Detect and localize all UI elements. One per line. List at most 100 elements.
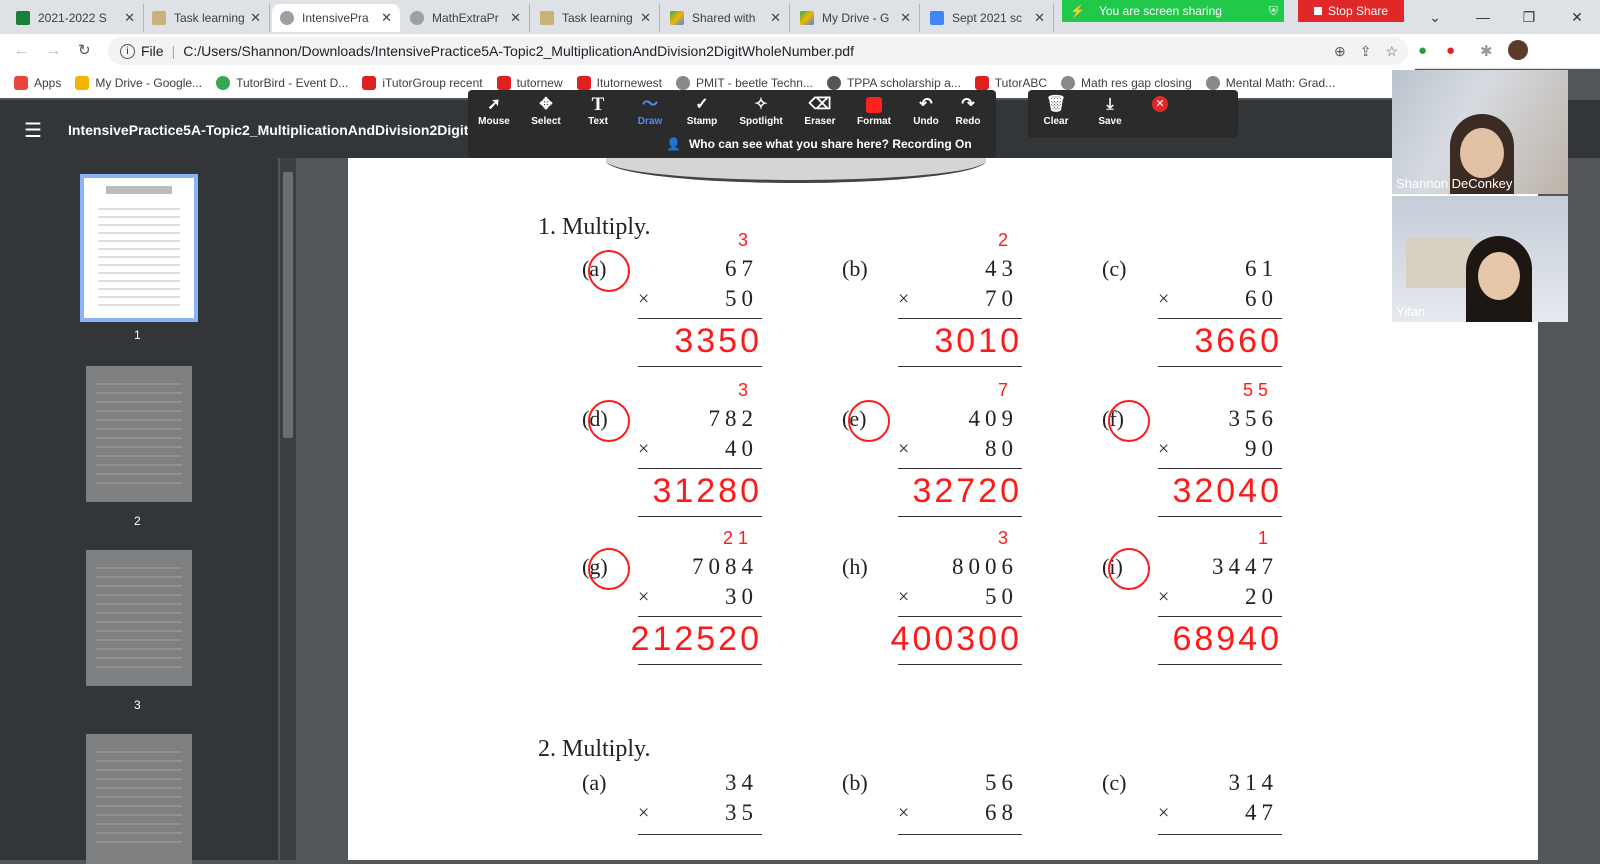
times-sign: ×: [638, 288, 650, 310]
sidebar-scrollbar[interactable]: [280, 158, 296, 860]
pdf-page: 1. Multiply. 2. Multiply. (a) 3 67 × 50 3350(…: [348, 138, 1538, 860]
save-tool[interactable]: ⤓ Save: [1084, 94, 1136, 127]
participant-name: Yifan: [1396, 304, 1426, 319]
text-tool[interactable]: T Text: [572, 94, 624, 127]
close-icon[interactable]: ✕: [770, 10, 781, 26]
annotation-toolbar-right: 🗑 Clear ⤓ Save ✕: [1028, 90, 1238, 138]
minimize-icon[interactable]: —: [1460, 0, 1506, 34]
tab-5[interactable]: Shared with ✕: [662, 4, 790, 32]
share-icon[interactable]: ⇪: [1360, 43, 1372, 60]
bookmark-3[interactable]: iTutorGroup recent: [362, 76, 483, 90]
omnibox[interactable]: i File | C:/Users/Shannon/Downloads/Inte…: [108, 37, 1408, 65]
close-icon[interactable]: ✕: [1034, 10, 1045, 26]
bookmark-4[interactable]: tutornew: [496, 76, 563, 90]
color-swatch-icon: [848, 94, 900, 116]
spotlight-tool[interactable]: ✧ Spotlight: [730, 94, 792, 127]
bookmark-8[interactable]: TutorABC: [974, 76, 1047, 90]
select-tool[interactable]: ✥ Select: [520, 94, 572, 127]
bookmark-2[interactable]: TutorBird - Event D...: [216, 76, 348, 90]
back-icon[interactable]: ←: [14, 42, 29, 59]
star-icon[interactable]: ☆: [1385, 43, 1398, 60]
tool-label: Text: [588, 116, 608, 127]
puzzle-icon[interactable]: ✱: [1480, 42, 1493, 60]
tab-0[interactable]: 2021-2022 S ✕: [8, 4, 144, 32]
bookmark-5[interactable]: Itutornewest: [576, 76, 662, 90]
forward-icon[interactable]: →: [46, 42, 61, 59]
bookmark-apps[interactable]: Apps: [14, 76, 61, 90]
handwritten-answer: 212520: [630, 620, 762, 658]
bookmark-label: PMIT - beetle Techn...: [696, 76, 813, 90]
close-icon[interactable]: ✕: [250, 10, 261, 26]
tab-2[interactable]: IntensivePra ✕: [272, 4, 400, 32]
clear-tool[interactable]: 🗑 Clear: [1030, 94, 1082, 127]
close-window-icon[interactable]: ✕: [1554, 0, 1600, 34]
zoom-icon[interactable]: ⊕: [1334, 43, 1346, 60]
stamp-tool[interactable]: ✓ Stamp: [676, 94, 728, 127]
handwritten-answer: 68940: [1172, 620, 1282, 658]
tab-6[interactable]: My Drive - G ✕: [792, 4, 920, 32]
extension-icon[interactable]: ●: [1418, 42, 1427, 59]
tutorbird-icon: [216, 76, 231, 90]
avatar[interactable]: [1508, 40, 1528, 60]
close-icon[interactable]: ✕: [640, 10, 651, 26]
bookmark-6[interactable]: PMIT - beetle Techn...: [676, 76, 813, 90]
thumbnail-2[interactable]: [86, 366, 192, 502]
itutor-icon: [496, 76, 511, 90]
cursor-icon: ➚: [487, 96, 501, 113]
tab-search-icon[interactable]: ⌄: [1412, 0, 1458, 34]
close-icon[interactable]: ✕: [381, 10, 392, 26]
bookmark-9[interactable]: Math res gap closing: [1061, 76, 1192, 90]
share-notice[interactable]: 👤 Who can see what you share here? Recor…: [660, 132, 994, 156]
problem-label: (b): [842, 770, 868, 795]
reload-icon[interactable]: ↻: [78, 41, 91, 59]
thumbnail-1[interactable]: [80, 174, 198, 322]
video-tile-1[interactable]: Shannon DeConkey: [1392, 70, 1568, 194]
bookmark-10[interactable]: Mental Math: Grad...: [1205, 76, 1335, 90]
multiplicand: 8006: [952, 554, 1018, 579]
redo-tool[interactable]: ↷ Redo: [942, 94, 994, 127]
thumbnail-3[interactable]: [86, 550, 192, 686]
carry-annotation: 3: [997, 528, 1008, 548]
format-tool[interactable]: Format: [848, 94, 900, 127]
multiplicand: 3447: [1212, 554, 1278, 579]
mouse-tool[interactable]: ➚ Mouse: [468, 94, 520, 127]
thumbnail-4[interactable]: [86, 734, 192, 864]
text-icon: T: [591, 94, 605, 115]
handwritten-answer: 3350: [674, 322, 762, 360]
tab-3[interactable]: MathExtraPr ✕: [402, 4, 530, 32]
restore-icon[interactable]: ❐: [1506, 0, 1552, 34]
close-icon[interactable]: ✕: [124, 10, 135, 26]
bookmark-1[interactable]: My Drive - Google...: [75, 76, 202, 90]
extension-icon[interactable]: ●: [1446, 42, 1455, 59]
scroll-thumb[interactable]: [283, 172, 293, 438]
multiplicand: 61: [1245, 256, 1278, 281]
tab-7[interactable]: Sept 2021 sc ✕: [922, 4, 1054, 32]
video-tile-2[interactable]: Yifan: [1392, 196, 1568, 322]
stop-icon: [1313, 7, 1322, 15]
problem-label: (b): [842, 256, 868, 281]
rule-line: [638, 516, 762, 517]
participant-name: Shannon DeConkey: [1396, 176, 1513, 191]
bookmark-label: Apps: [34, 76, 62, 90]
bookmark-7[interactable]: TPPA scholarship a...: [826, 76, 961, 90]
tab-1[interactable]: Task learning ✕: [144, 4, 270, 32]
close-annotation-icon[interactable]: ✕: [1152, 96, 1168, 112]
problem-6: (f) 5 5 356 × 90 32040: [1078, 380, 1308, 548]
rule-line: [638, 664, 762, 665]
bookmark-label: Itutornewest: [596, 76, 662, 90]
download-icon: ⤓: [1106, 96, 1114, 113]
close-icon[interactable]: ✕: [510, 10, 521, 26]
carry-annotation: 1: [1257, 528, 1268, 548]
multiplier: 50: [985, 584, 1018, 609]
times-sign: ×: [898, 288, 910, 310]
eraser-tool[interactable]: ⌫ Eraser: [794, 94, 846, 127]
task-icon: [152, 11, 166, 25]
scheme-label: File: [141, 43, 164, 59]
close-icon[interactable]: ✕: [900, 10, 911, 26]
tool-label: Eraser: [804, 116, 836, 127]
menu-icon[interactable]: ☰: [24, 118, 42, 143]
draw-tool[interactable]: 〜 Draw: [624, 94, 676, 127]
rule-line: [638, 318, 762, 319]
tab-4[interactable]: Task learning ✕: [532, 4, 660, 32]
stop-share-button[interactable]: Stop Share: [1298, 0, 1404, 22]
